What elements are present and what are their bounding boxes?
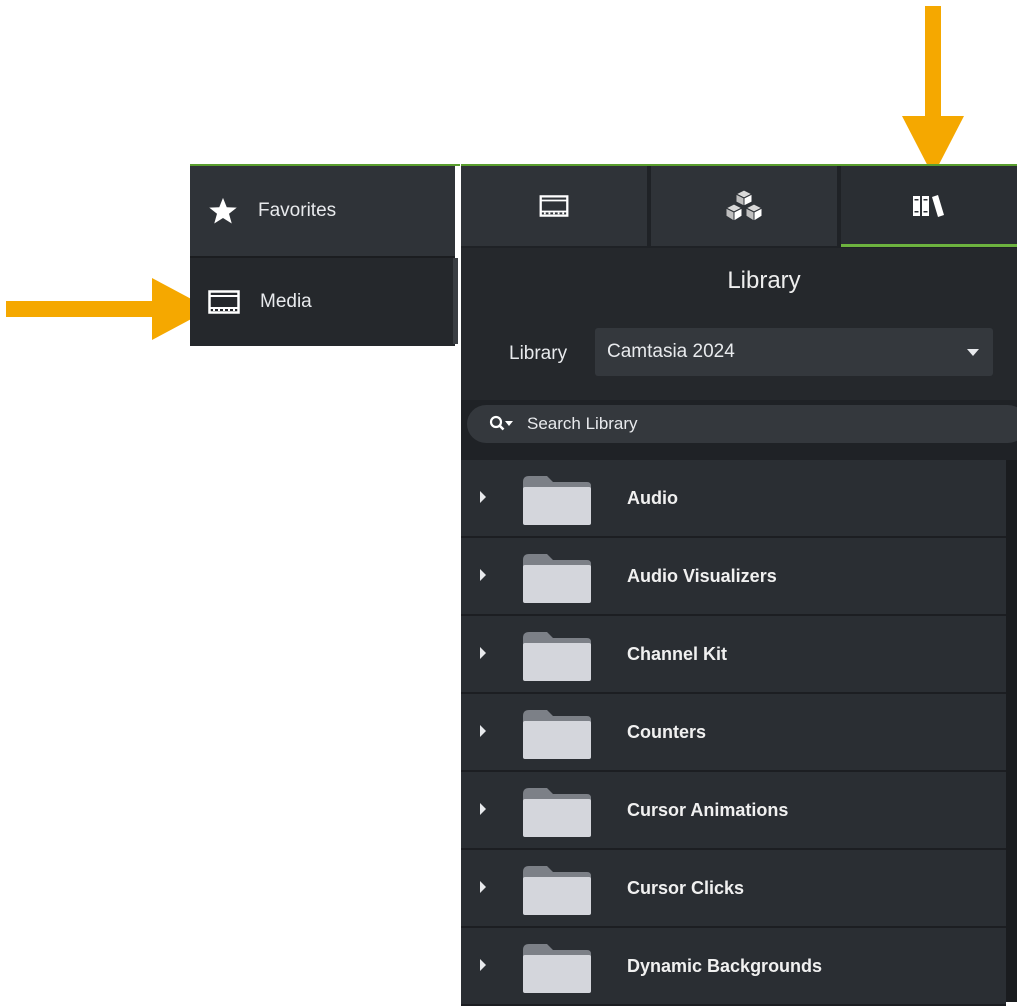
folder-icon (523, 554, 591, 603)
expand-arrow-icon[interactable] (480, 491, 486, 503)
sidebar-item-label: Favorites (258, 200, 337, 221)
expand-arrow-icon[interactable] (480, 569, 486, 581)
left-sidebar: Favorites Media (190, 164, 460, 348)
panel-tabs (461, 164, 1017, 248)
list-item[interactable]: Cursor Clicks (461, 850, 1006, 928)
folder-name: Audio Visualizers (627, 566, 777, 586)
library-panel: Library Library Camtasia 2024 Search Lib… (461, 164, 1017, 1006)
list-item[interactable]: Audio (461, 460, 1006, 538)
library-dropdown-value: Camtasia 2024 (607, 341, 735, 362)
folder-icon (523, 944, 591, 993)
expand-arrow-icon[interactable] (480, 647, 486, 659)
folder-icon (523, 632, 591, 681)
library-folder-list: Audio Audio Visualizers Channel Kit Counter… (461, 460, 1006, 1006)
folder-icon (523, 788, 591, 837)
search-icon[interactable] (489, 415, 515, 433)
list-item[interactable]: Channel Kit (461, 616, 1006, 694)
list-item[interactable]: Audio Visualizers (461, 538, 1006, 616)
sidebar-scrollbar[interactable] (453, 258, 458, 344)
active-tab-indicator (841, 244, 1017, 247)
folder-name: Audio (627, 488, 678, 508)
film-icon (208, 290, 240, 314)
list-item[interactable]: Cursor Animations (461, 772, 1006, 850)
expand-arrow-icon[interactable] (480, 881, 486, 893)
library-dropdown[interactable]: Camtasia 2024 (595, 328, 993, 376)
folder-icon (523, 866, 591, 915)
folder-name: Cursor Animations (627, 800, 789, 820)
library-selector-row: Library Camtasia 2024 (461, 314, 1017, 400)
tab-library[interactable] (841, 166, 1017, 246)
sidebar-item-favorites[interactable]: Favorites (190, 166, 455, 256)
folder-name: Channel Kit (627, 644, 728, 664)
list-item[interactable]: Dynamic Backgrounds (461, 928, 1006, 1006)
star-icon (209, 197, 237, 224)
panel-title: Library (461, 248, 1017, 314)
folder-icon (523, 710, 591, 759)
search-placeholder: Search Library (527, 414, 638, 433)
search-input[interactable]: Search Library (467, 405, 1017, 443)
library-books-icon (913, 195, 944, 217)
folder-name: Cursor Clicks (627, 878, 745, 898)
cubes-icon (724, 189, 764, 222)
folder-icon (523, 476, 591, 525)
expand-arrow-icon[interactable] (480, 803, 486, 815)
library-selector-label: Library (509, 343, 568, 364)
expand-arrow-icon[interactable] (480, 959, 486, 971)
folder-name: Counters (627, 722, 707, 742)
annotation-arrow-right (6, 278, 210, 340)
annotation-arrow-down (902, 6, 964, 176)
tab-media[interactable] (461, 166, 649, 246)
chevron-down-icon (967, 349, 979, 356)
film-icon (539, 195, 569, 217)
folder-name: Dynamic Backgrounds (627, 956, 823, 976)
expand-arrow-icon[interactable] (480, 725, 486, 737)
list-item[interactable]: Counters (461, 694, 1006, 772)
sidebar-item-label: Media (260, 291, 312, 312)
tab-assets[interactable] (651, 166, 839, 246)
list-scrollbar[interactable] (1006, 460, 1017, 1002)
sidebar-item-media[interactable]: Media (190, 258, 455, 346)
